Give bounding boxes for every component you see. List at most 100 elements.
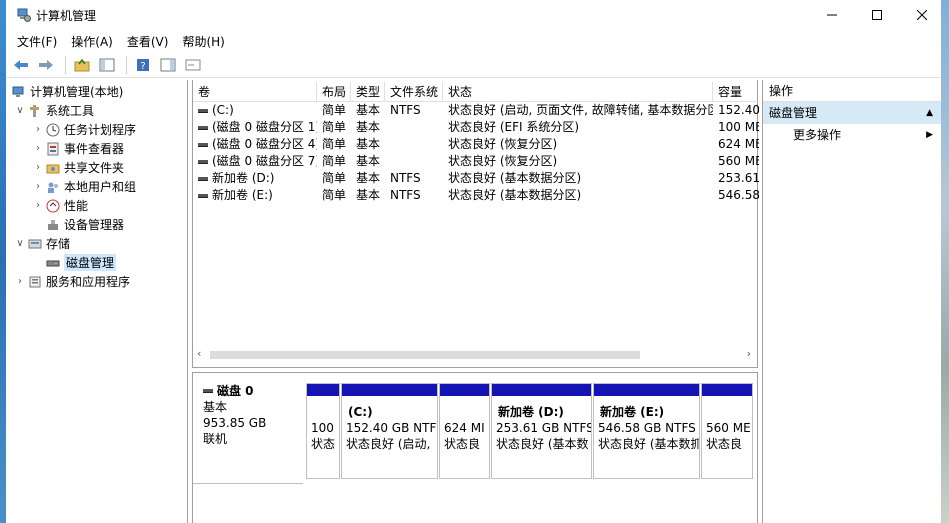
partition-block[interactable]: 新加卷 (E:) 546.58 GB NTFS 状态良好 (基本数抓 (593, 383, 700, 479)
column-header-type[interactable]: 类型 (351, 82, 385, 102)
cell-capacity: 100 ME (718, 120, 759, 134)
partition-block[interactable]: 新加卷 (D:) 253.61 GB NTFS 状态良好 (基本数 (491, 383, 592, 479)
column-header-layout[interactable]: 布局 (317, 82, 351, 102)
cell-layout: 简单 (322, 171, 347, 185)
cell-volume: (磁盘 0 磁盘分区 4) (212, 137, 317, 151)
desktop-edge-right (941, 0, 949, 523)
menu-bar: 文件(F) 操作(A) 查看(V) 帮助(H) (6, 30, 941, 52)
expand-chevron-icon[interactable]: › (14, 276, 26, 287)
expand-chevron-icon[interactable]: › (32, 143, 44, 154)
tree-label-shared-folders: 共享文件夹 (64, 161, 125, 175)
partition-block[interactable]: 560 ME 状态良 (701, 383, 753, 479)
scroll-right-arrow-icon[interactable]: › (747, 347, 751, 360)
cell-volume: 新加卷 (D:) (212, 171, 275, 185)
cell-filesystem (385, 153, 443, 170)
tree-item-device-manager[interactable]: 设备管理器 (44, 215, 124, 234)
cell-status: 状态良好 (基本数据分区) (448, 171, 582, 185)
tree-item-disk-management[interactable]: 磁盘管理 (44, 253, 117, 272)
horizontal-scrollbar[interactable]: ‹ › (193, 346, 757, 363)
tree-item-root[interactable]: 计算机管理(本地) (10, 82, 123, 101)
show-hide-console-tree-icon[interactable] (96, 55, 118, 75)
partition-block[interactable]: 624 MI 状态良 (439, 383, 490, 479)
volume-icon (198, 159, 208, 164)
cell-volume: (磁盘 0 磁盘分区 1) (212, 120, 317, 134)
expand-chevron-icon[interactable]: › (32, 124, 44, 135)
show-hide-action-pane-icon[interactable] (157, 55, 179, 75)
volume-icon (198, 193, 208, 198)
tree-item-shared-folders[interactable]: › 共享文件夹 (32, 158, 124, 177)
menu-action[interactable]: 操作(A) (71, 33, 113, 50)
table-row[interactable]: (磁盘 0 磁盘分区 1) 简单 基本 状态良好 (EFI 系统分区) 100 … (193, 119, 759, 136)
scrollbar-thumb[interactable] (210, 351, 640, 359)
expand-chevron-icon[interactable]: › (32, 200, 44, 211)
disk-info[interactable]: 磁盘 0 基本 953.85 GB 联机 (193, 383, 303, 483)
collapse-triangle-icon[interactable]: ▲ (926, 102, 933, 124)
cell-layout: 简单 (322, 103, 347, 117)
expand-chevron-icon[interactable]: › (32, 162, 44, 173)
tree-item-local-users[interactable]: › 本地用户和组 (32, 177, 136, 196)
cell-filesystem: NTFS (390, 171, 421, 185)
cell-layout: 简单 (322, 188, 347, 202)
partition-bar (702, 384, 752, 398)
menu-view[interactable]: 查看(V) (127, 33, 169, 50)
divider (193, 483, 303, 484)
disk-icon (203, 389, 213, 393)
title-bar[interactable]: 计算机管理 (6, 0, 941, 30)
partition-block[interactable]: 100 状态 (306, 383, 340, 479)
tree-item-storage[interactable]: ∨ 存储 (14, 234, 70, 253)
tree-item-task-scheduler[interactable]: › 任务计划程序 (32, 120, 136, 139)
table-row[interactable]: 新加卷 (D:) 简单 基本 NTFS 状态良好 (基本数据分区) 253.61 (193, 170, 759, 187)
tree-item-services-apps[interactable]: › 服务和应用程序 (14, 272, 130, 291)
cell-type: 基本 (356, 171, 381, 185)
column-header-volume[interactable]: 卷 (193, 82, 317, 102)
table-row[interactable]: (磁盘 0 磁盘分区 4) 简单 基本 状态良好 (恢复分区) 624 ME (193, 136, 759, 153)
menu-help[interactable]: 帮助(H) (182, 33, 224, 50)
menu-file[interactable]: 文件(F) (17, 33, 57, 50)
window-title: 计算机管理 (36, 9, 97, 23)
collapse-chevron-icon[interactable]: ∨ (14, 238, 26, 249)
cell-filesystem (385, 119, 443, 136)
cell-capacity: 546.58 (718, 188, 759, 202)
cell-capacity: 253.61 (718, 171, 759, 185)
partition-block[interactable]: (C:) 152.40 GB NTF 状态良好 (启动, (341, 383, 438, 479)
tree-item-system-tools[interactable]: ∨ 系统工具 (14, 101, 94, 120)
partition-bar (492, 384, 591, 398)
close-button[interactable] (899, 0, 945, 30)
more-actions-item[interactable]: 更多操作 ▶ (763, 124, 941, 146)
up-folder-icon[interactable] (71, 55, 93, 75)
scroll-left-arrow-icon[interactable]: ‹ (197, 347, 201, 360)
partition-bar (440, 384, 489, 398)
tree-item-performance[interactable]: › 性能 (32, 196, 88, 215)
event-log-icon (46, 142, 60, 156)
disk-state: 联机 (203, 432, 228, 446)
svg-text:?: ? (140, 61, 145, 72)
back-arrow-icon[interactable] (10, 55, 32, 75)
volume-icon (198, 176, 208, 181)
tree-item-event-viewer[interactable]: › 事件查看器 (32, 139, 124, 158)
cell-filesystem (385, 136, 443, 153)
partition-status: 状态良 (706, 437, 743, 451)
performance-icon (46, 199, 60, 213)
collapse-chevron-icon[interactable]: ∨ (14, 105, 26, 116)
column-header-status[interactable]: 状态 (443, 82, 713, 102)
minimize-button[interactable] (809, 0, 855, 30)
maximize-button[interactable] (854, 0, 900, 30)
expand-chevron-icon[interactable]: › (32, 181, 44, 192)
column-header-filesystem[interactable]: 文件系统 (385, 82, 443, 102)
help-icon[interactable]: ? (132, 55, 154, 75)
forward-arrow-icon[interactable] (35, 55, 57, 75)
table-row[interactable]: 新加卷 (E:) 简单 基本 NTFS 状态良好 (基本数据分区) 546.58 (193, 187, 759, 204)
more-actions-label: 更多操作 (793, 128, 842, 142)
column-header-capacity[interactable]: 容量 (713, 82, 759, 102)
partition-size: 560 ME (706, 421, 751, 435)
table-row[interactable]: (C:) 简单 基本 NTFS 状态良好 (启动, 页面文件, 故障转储, 基本… (193, 102, 759, 119)
cell-type: 基本 (356, 120, 381, 134)
tree-label-disk-management: 磁盘管理 (64, 254, 117, 271)
actions-section-disk-management[interactable]: 磁盘管理 ▲ (763, 102, 941, 124)
table-row[interactable]: (磁盘 0 磁盘分区 7) 简单 基本 状态良好 (恢复分区) 560 ME (193, 153, 759, 170)
disk-name: 磁盘 0 (217, 384, 254, 398)
partition-status: 状态良好 (基本数抓 (598, 437, 699, 451)
partition-name: 新加卷 (D:) (498, 405, 564, 419)
properties-icon[interactable] (182, 55, 204, 75)
partition-size: 253.61 GB NTFS (496, 421, 591, 435)
